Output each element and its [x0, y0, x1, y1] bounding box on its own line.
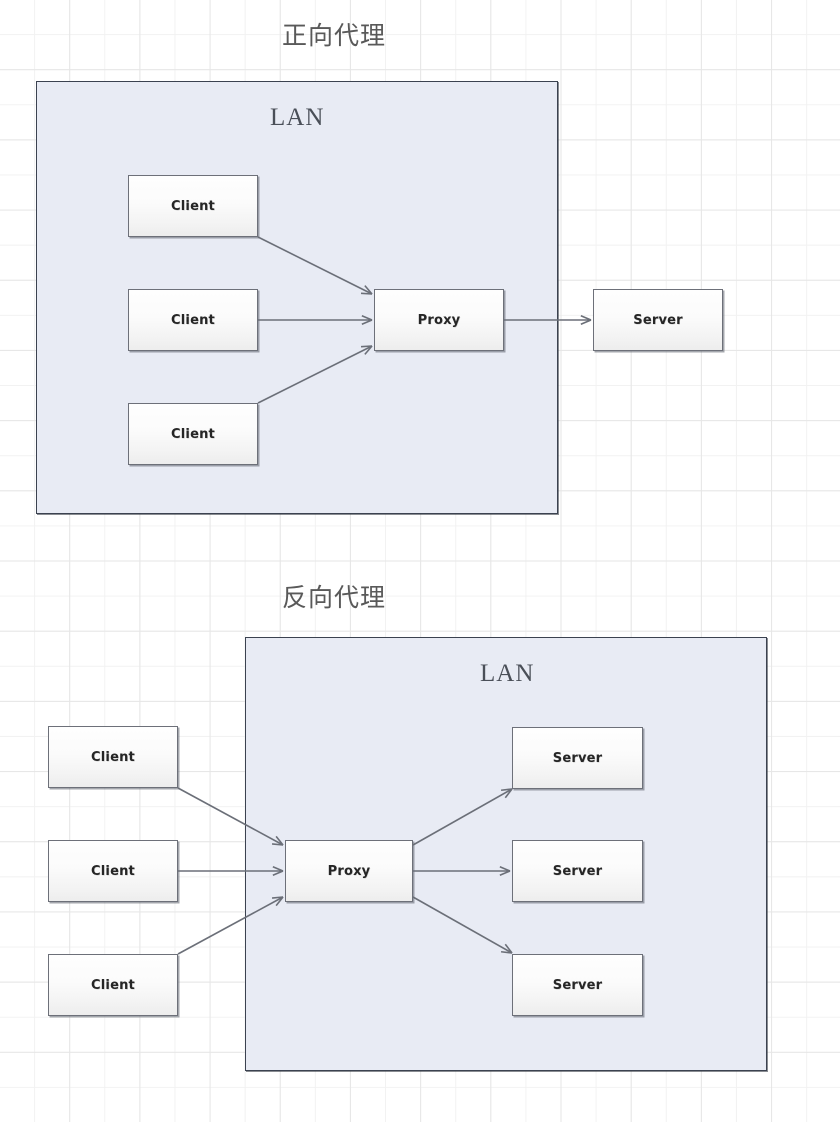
reverse-proxy-client-3[interactable]: Client: [48, 954, 178, 1016]
reverse-proxy-lan-label: LAN: [480, 660, 535, 687]
forward-proxy-lan-label: LAN: [270, 104, 325, 131]
reverse-proxy-client-1[interactable]: Client: [48, 726, 178, 788]
node-label: Client: [91, 977, 135, 993]
node-label: Client: [171, 198, 215, 214]
reverse-proxy-server-3[interactable]: Server: [512, 954, 643, 1016]
node-label: Client: [91, 863, 135, 879]
node-label: Client: [171, 426, 215, 442]
forward-proxy-client-2[interactable]: Client: [128, 289, 258, 351]
reverse-proxy-server-1[interactable]: Server: [512, 727, 643, 789]
node-label: Server: [552, 863, 603, 879]
node-label: Client: [91, 749, 135, 765]
node-label: Proxy: [327, 863, 371, 879]
node-label: Proxy: [417, 312, 461, 328]
node-label: Server: [552, 750, 603, 766]
node-label: Server: [552, 977, 603, 993]
reverse-proxy-client-2[interactable]: Client: [48, 840, 178, 902]
reverse-proxy-server-2[interactable]: Server: [512, 840, 643, 902]
forward-proxy-server[interactable]: Server: [593, 289, 723, 351]
reverse-proxy-title: 反向代理: [281, 585, 386, 612]
forward-proxy-proxy[interactable]: Proxy: [374, 289, 504, 351]
node-label: Client: [171, 312, 215, 328]
forward-proxy-client-1[interactable]: Client: [128, 175, 258, 237]
forward-proxy-client-3[interactable]: Client: [128, 403, 258, 465]
reverse-proxy-proxy[interactable]: Proxy: [285, 840, 413, 902]
forward-proxy-title: 正向代理: [281, 23, 386, 50]
node-label: Server: [633, 312, 683, 328]
diagram-canvas: 正向代理 LAN Client Client Client Proxy Serv…: [0, 0, 840, 1122]
